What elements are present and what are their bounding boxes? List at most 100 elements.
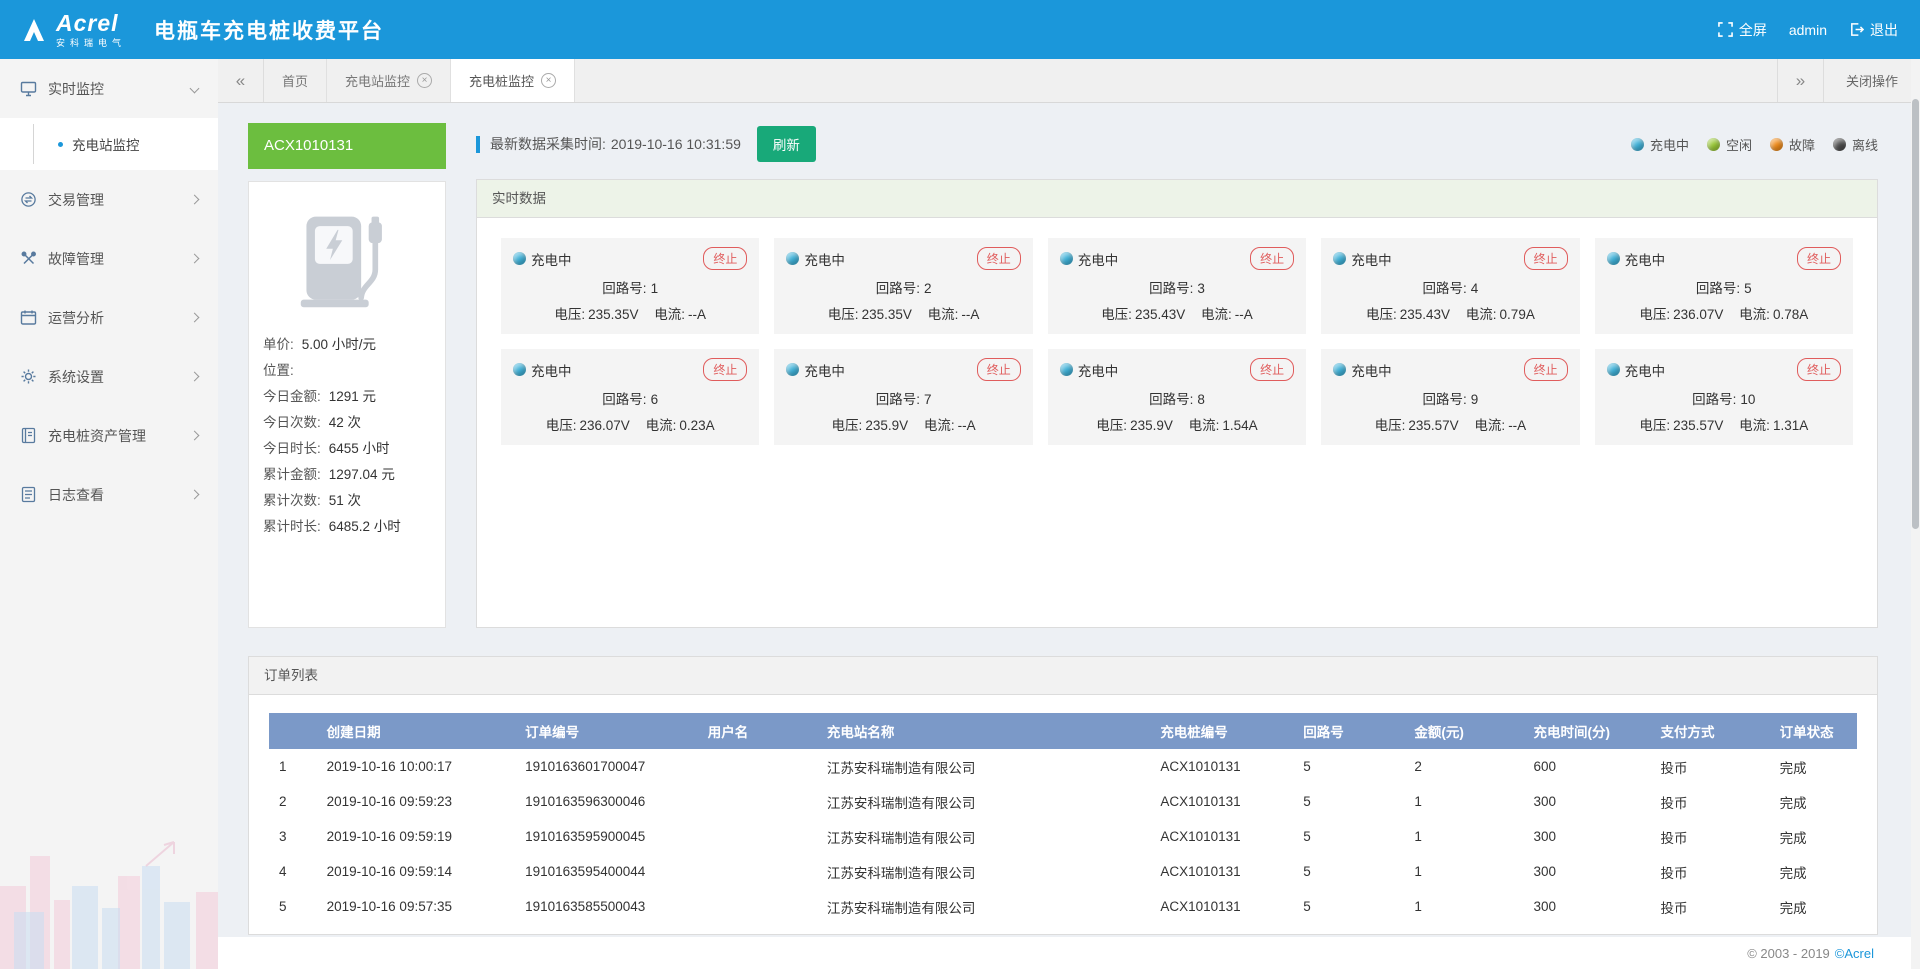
chevron-down-icon <box>190 84 200 94</box>
circuit-card: 充电中 终止 回路号:10 电压:235.57V 电流:1.31A <box>1595 349 1853 445</box>
stop-charging-button[interactable]: 终止 <box>1524 247 1568 270</box>
order-cell: 5 <box>1293 749 1404 784</box>
order-column-header <box>269 713 317 749</box>
stop-charging-button[interactable]: 终止 <box>977 358 1021 381</box>
tabs-scroll-right-button[interactable]: » <box>1777 59 1823 102</box>
pile-info-label: 单价: <box>263 332 294 358</box>
pile-info-line: 位置: <box>263 358 431 384</box>
order-cell: ACX1010131 <box>1150 889 1293 924</box>
vertical-scrollbar[interactable] <box>1911 59 1920 969</box>
logout-icon <box>1849 22 1864 37</box>
circuit-number-value: 5 <box>1744 281 1752 296</box>
order-cell: 完成 <box>1770 749 1857 784</box>
stop-charging-button[interactable]: 终止 <box>1797 247 1841 270</box>
order-header-row: 创建日期 订单编号 用户名 充电站名称 充电桩编号 回路号 金额(元) 充电时间… <box>269 713 1857 749</box>
current-value: 1.54A <box>1222 418 1257 433</box>
legend-label: 故障 <box>1789 135 1815 154</box>
order-cell: 1910163585500043 <box>515 889 698 924</box>
pile-summary-panel: ACX1010131 <box>248 123 446 628</box>
sidebar-item-operations-analysis[interactable]: 运营分析 <box>0 288 218 347</box>
close-tab-icon[interactable]: × <box>417 73 432 88</box>
fullscreen-label: 全屏 <box>1739 20 1767 40</box>
circuit-number-label: 回路号: <box>1149 281 1193 296</box>
logout-button[interactable]: 退出 <box>1849 20 1898 40</box>
header-actions: 全屏 admin 退出 <box>1718 20 1898 40</box>
stop-charging-button[interactable]: 终止 <box>703 247 747 270</box>
pile-info-value: 6485.2 小时 <box>329 514 401 540</box>
charging-status-dot-icon <box>1333 363 1346 376</box>
close-operations-button[interactable]: 关闭操作 <box>1823 59 1920 102</box>
refresh-button[interactable]: 刷新 <box>757 126 816 162</box>
close-tab-icon[interactable]: × <box>541 73 556 88</box>
sidebar-item-label: 运营分析 <box>48 308 104 328</box>
sidebar-item-transactions[interactable]: 交易管理 <box>0 170 218 229</box>
circuit-number-row: 回路号:5 <box>1607 277 1841 297</box>
tabs-scroll-left-button[interactable]: « <box>218 59 264 102</box>
fullscreen-button[interactable]: 全屏 <box>1718 20 1767 40</box>
order-column-header: 用户名 <box>698 713 817 749</box>
scrollbar-thumb[interactable] <box>1912 99 1919 529</box>
sidebar-item-charging-station-monitor[interactable]: 充电站监控 <box>0 118 218 170</box>
order-row[interactable]: 22019-10-16 09:59:231910163596300046江苏安科… <box>269 784 1857 819</box>
order-row[interactable]: 42019-10-16 09:59:141910163595400044江苏安科… <box>269 854 1857 889</box>
stop-charging-button[interactable]: 终止 <box>1250 247 1294 270</box>
legend-dot-icon <box>1770 138 1783 151</box>
voltage-label: 电压: <box>1375 418 1406 433</box>
sidebar-item-system-settings[interactable]: 系统设置 <box>0 347 218 406</box>
order-cell: ACX1010131 <box>1150 784 1293 819</box>
sidebar-item-label: 故障管理 <box>48 249 104 269</box>
current-value: --A <box>688 307 706 322</box>
order-cell: 2019-10-16 09:59:19 <box>317 819 516 854</box>
sidebar-subitem-label: 充电站监控 <box>72 134 140 154</box>
legend-dot-icon <box>1707 138 1720 151</box>
acrel-link[interactable]: ©Acrel <box>1835 946 1874 961</box>
stop-charging-button[interactable]: 终止 <box>703 358 747 381</box>
circuit-status-label: 充电中 <box>1625 249 1666 269</box>
order-column-header: 充电站名称 <box>817 713 1150 749</box>
user-menu[interactable]: admin <box>1789 22 1827 38</box>
circuit-number-value: 7 <box>924 392 932 407</box>
order-row[interactable]: 12019-10-16 10:00:171910163601700047江苏安科… <box>269 749 1857 784</box>
order-row[interactable]: 52019-10-16 09:57:351910163585500043江苏安科… <box>269 889 1857 924</box>
logout-label: 退出 <box>1870 20 1898 40</box>
order-cell: 300 <box>1523 889 1650 924</box>
chevron-right-icon <box>190 254 200 264</box>
collect-time-label: 最新数据采集时间: <box>490 134 606 154</box>
charging-status-dot-icon <box>1607 363 1620 376</box>
order-cell <box>698 854 817 889</box>
pile-info-value: 5.00 小时/元 <box>302 332 376 358</box>
tab-pile-monitor[interactable]: 充电桩监控 × <box>451 59 575 102</box>
circuit-card: 充电中 终止 回路号:4 电压:235.43V 电流:0.79A <box>1321 238 1579 334</box>
chevron-right-icon <box>190 313 200 323</box>
pile-id: ACX1010131 <box>248 123 446 169</box>
sidebar-item-pile-assets[interactable]: 充电桩资产管理 <box>0 406 218 465</box>
circuit-card: 充电中 终止 回路号:2 电压:235.35V 电流:--A <box>774 238 1032 334</box>
stop-charging-button[interactable]: 终止 <box>1250 358 1294 381</box>
circuit-status-label: 充电中 <box>1625 360 1666 380</box>
stop-charging-button[interactable]: 终止 <box>1524 358 1568 381</box>
circuit-status-label: 充电中 <box>1351 360 1392 380</box>
sidebar-item-label: 充电桩资产管理 <box>48 426 146 446</box>
voltage-value: 236.07V <box>1673 307 1723 322</box>
order-cell: 1910163595400044 <box>515 854 698 889</box>
tab-home[interactable]: 首页 <box>264 59 327 102</box>
voltage-value: 235.57V <box>1408 418 1458 433</box>
sidebar-item-faults[interactable]: 故障管理 <box>0 229 218 288</box>
monitor-icon <box>20 80 37 97</box>
circuit-number-label: 回路号: <box>1423 392 1467 407</box>
logo-text-block: Acrel 安科瑞电气 <box>56 11 126 49</box>
tab-station-monitor[interactable]: 充电站监控 × <box>327 59 451 102</box>
sidebar-item-realtime-monitor[interactable]: 实时监控 <box>0 59 218 118</box>
circuit-number-label: 回路号: <box>876 281 920 296</box>
stop-charging-button[interactable]: 终止 <box>977 247 1021 270</box>
circuit-number-label: 回路号: <box>1149 392 1193 407</box>
order-cell: 1 <box>1404 819 1523 854</box>
circuit-number-row: 回路号:2 <box>786 277 1020 297</box>
stop-charging-button[interactable]: 终止 <box>1797 358 1841 381</box>
order-cell: 300 <box>1523 784 1650 819</box>
order-cell: 1 <box>269 749 317 784</box>
circuit-card: 充电中 终止 回路号:1 电压:235.35V 电流:--A <box>501 238 759 334</box>
pile-info-value: 6455 小时 <box>329 436 390 462</box>
sidebar-item-logs[interactable]: 日志查看 <box>0 465 218 524</box>
order-row[interactable]: 32019-10-16 09:59:191910163595900045江苏安科… <box>269 819 1857 854</box>
